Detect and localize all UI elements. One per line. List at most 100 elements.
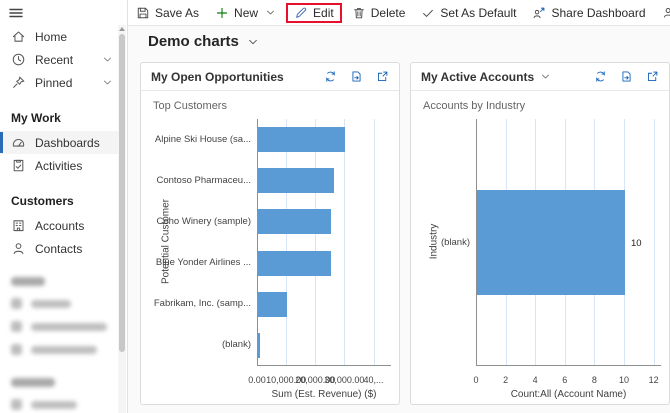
toolbar-edit-button[interactable]: Edit (286, 3, 342, 23)
panel-my-active-accounts: My Active Accounts Accounts by Industry 10… (410, 62, 670, 405)
bar[interactable] (258, 292, 287, 317)
redacted-content (11, 344, 97, 355)
x-tick-label: 12 (626, 375, 670, 385)
menu-icon[interactable] (8, 5, 24, 21)
panel-my-open-opportunities: My Open Opportunities Top Customers Alpine… (140, 62, 400, 405)
bar[interactable] (258, 209, 331, 234)
chart-area: 10(blank)024681012Count:All (Account Nam… (411, 115, 669, 404)
y-axis-title: Potential Customer (161, 181, 172, 301)
redacted-content (11, 321, 107, 332)
sidebar-item-accounts[interactable]: Accounts (0, 214, 119, 237)
toolbar-delete-button[interactable]: Delete (344, 3, 414, 23)
chevron-down-icon (247, 36, 259, 48)
expand-chart-icon[interactable] (376, 70, 389, 83)
x-axis-title: Count:All (Account Name) (476, 389, 661, 400)
toolbar-share-dashboard-button[interactable]: Share Dashboard (524, 3, 653, 23)
toolbar-assign-button[interactable]: Assign (654, 3, 670, 23)
panel-title[interactable]: My Active Accounts (421, 70, 551, 84)
clock-icon (11, 52, 26, 67)
sidebar-item-dashboards[interactable]: Dashboards (0, 131, 119, 154)
gridline (344, 119, 345, 365)
panel-title-text: My Active Accounts (421, 70, 534, 84)
data-label: 10 (631, 238, 642, 249)
chevron-down-icon (102, 54, 113, 65)
toolbar-button-label: Edit (313, 6, 334, 20)
view-records-icon[interactable] (620, 70, 633, 83)
redacted-icon (11, 344, 22, 355)
pin-icon (11, 75, 26, 90)
redacted-label (31, 300, 71, 308)
sidebar-item-label: Recent (35, 53, 73, 67)
trash-icon (352, 6, 366, 20)
redacted-label (31, 401, 77, 409)
panel-actions (594, 70, 659, 83)
dashboard-icon (11, 135, 26, 150)
x-tick-label: 40,... (346, 375, 402, 385)
toolbar-button-label: New (234, 6, 258, 20)
chart-title: Accounts by Industry (423, 100, 525, 112)
sidebar-section-header: My Work (0, 94, 119, 131)
toolbar-save-as-button[interactable]: Save As (128, 3, 207, 23)
gridline (286, 119, 287, 365)
dashboard-selector[interactable]: Demo charts (148, 33, 259, 50)
toolbar-set-as-default-button[interactable]: Set As Default (413, 3, 524, 23)
sidebar-item-redacted[interactable] (0, 315, 119, 338)
sidebar-item-home[interactable]: Home (0, 25, 119, 48)
bar[interactable] (258, 168, 334, 193)
bar[interactable] (477, 190, 625, 295)
sidebar-item-activities[interactable]: Activities (0, 154, 119, 177)
sidebar-item-contacts[interactable]: Contacts (0, 237, 119, 260)
expand-chart-icon[interactable] (646, 70, 659, 83)
redacted-icon (11, 321, 22, 332)
sidebar-scrollbar[interactable] (118, 25, 126, 413)
x-axis-title: Sum (Est. Revenue) ($) (257, 389, 391, 400)
toolbar-new-button[interactable]: New (207, 3, 284, 23)
toolbar-button-label: Delete (371, 6, 406, 20)
main-content: Demo charts My Open Opportunities Top Cus… (128, 26, 670, 413)
bar[interactable] (258, 333, 260, 358)
panel-header: My Active Accounts (411, 63, 669, 91)
activities-icon (11, 158, 26, 173)
pencil-icon (294, 6, 308, 20)
category-label: (blank) (411, 237, 470, 248)
sidebar-item-redacted[interactable] (0, 292, 119, 315)
sidebar-item-recent[interactable]: Recent (0, 48, 119, 71)
chevron-down-icon (102, 77, 113, 88)
scroll-up-arrow-icon[interactable] (119, 27, 125, 31)
chart-title: Top Customers (153, 100, 227, 112)
redacted-content (11, 298, 71, 309)
refresh-chart-icon[interactable] (594, 70, 607, 83)
redacted-icon (11, 298, 22, 309)
sidebar: Home Recent Pinned My Work Dashboards Activit… (0, 0, 128, 413)
gridline (315, 119, 316, 365)
sidebar-item-redacted[interactable] (0, 338, 119, 361)
sidebar-item-label: Pinned (35, 76, 72, 90)
category-label: (blank) (141, 339, 251, 350)
view-records-icon[interactable] (350, 70, 363, 83)
redacted-content (11, 399, 77, 410)
category-label: Blue Yonder Airlines ... (141, 257, 251, 268)
accounts-icon (11, 218, 26, 233)
sidebar-item-redacted[interactable] (0, 393, 119, 413)
sidebar-nav: Home Recent Pinned My Work Dashboards Activit… (0, 25, 119, 413)
sidebar-section-header-redacted (11, 378, 55, 387)
bar[interactable] (258, 127, 345, 152)
scrollbar-thumb[interactable] (119, 34, 125, 352)
panel-actions (324, 70, 389, 83)
redacted-icon (11, 399, 22, 410)
page-title: Demo charts (148, 33, 239, 50)
y-axis-title: Industry (429, 181, 440, 301)
chart-area: Alpine Ski House (sa...Contoso Pharmaceu… (141, 115, 399, 404)
chevron-down-icon (540, 71, 551, 82)
bar[interactable] (258, 251, 331, 276)
toolbar-button-label: Save As (155, 6, 199, 20)
refresh-chart-icon[interactable] (324, 70, 337, 83)
panel-title: My Open Opportunities (151, 70, 284, 84)
sidebar-item-label: Dashboards (35, 136, 100, 150)
chevron-down-icon (265, 7, 276, 18)
home-icon (11, 29, 26, 44)
sidebar-item-pinned[interactable]: Pinned (0, 71, 119, 94)
plot-area (257, 119, 391, 366)
toolbar-button-label: Set As Default (440, 6, 516, 20)
sidebar-section-header: Customers (0, 177, 119, 214)
